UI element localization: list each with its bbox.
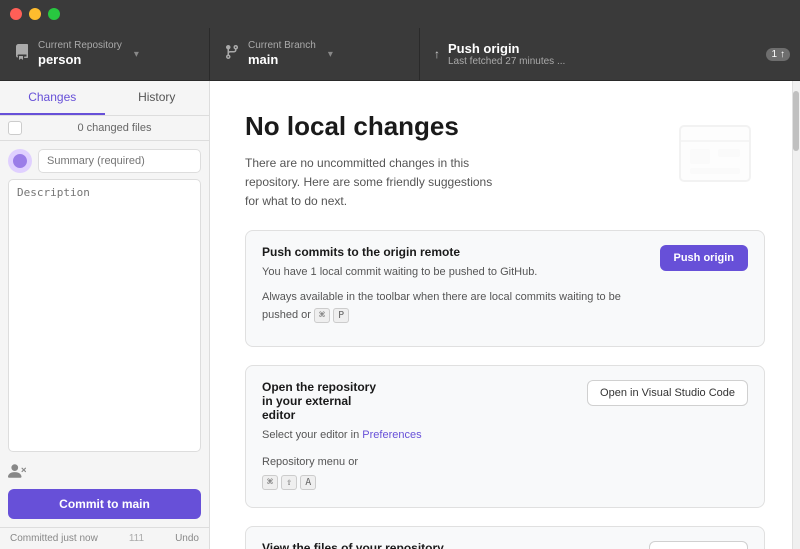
- editor-shortcut-cmd-kbd: ⌘: [262, 475, 278, 490]
- push-badge: 1 ↑: [766, 48, 790, 61]
- titlebar: [0, 0, 800, 28]
- push-subtitle: Last fetched 27 minutes ...: [448, 56, 565, 67]
- push-shortcut-p-kbd: P: [333, 308, 349, 323]
- push-card-content: Push commits to the origin remote You ha…: [262, 245, 748, 333]
- push-badge-count: 1: [771, 49, 777, 60]
- description-input[interactable]: [8, 179, 201, 452]
- push-commits-card: Push commits to the origin remote You ha…: [245, 230, 765, 348]
- editor-shortcut-a-kbd: A: [300, 475, 316, 490]
- editor-card-left: Open the repository in your external edi…: [262, 380, 422, 492]
- push-up-arrow-icon: ↑: [434, 47, 440, 61]
- push-card-left: Push commits to the origin remote You ha…: [262, 245, 650, 333]
- tab-bar: Changes History: [0, 81, 209, 116]
- right-panel: No local changes There are no uncommitte…: [210, 81, 800, 549]
- push-card-desc2: Always available in the toolbar when the…: [262, 289, 650, 324]
- no-changes-description: There are no uncommitted changes in this…: [245, 154, 505, 212]
- finder-card-title: View the files of your repository in Fin…: [262, 541, 444, 549]
- tab-changes[interactable]: Changes: [0, 81, 105, 115]
- main-area: Changes History 0 changed files: [0, 81, 800, 549]
- push-card-desc1: You have 1 local commit waiting to be pu…: [262, 264, 650, 282]
- commit-footer: [8, 462, 201, 483]
- push-shortcut-kbd: ⌘: [314, 308, 330, 323]
- commit-status-text: Committed just now: [10, 533, 98, 544]
- left-panel: Changes History 0 changed files: [0, 81, 210, 549]
- show-in-finder-button[interactable]: Show in Finder: [649, 541, 748, 549]
- repo-label: Current Repository: [38, 40, 122, 52]
- select-all-checkbox[interactable]: [8, 121, 22, 135]
- maximize-button[interactable]: [48, 8, 60, 20]
- close-button[interactable]: [10, 8, 22, 20]
- branch-label: Current Branch: [248, 40, 316, 52]
- finder-card-left: View the files of your repository in Fin…: [262, 541, 444, 549]
- finder-card: View the files of your repository in Fin…: [245, 526, 765, 549]
- changed-files-count: 0 changed files: [28, 122, 201, 134]
- scrollbar-thumb[interactable]: [793, 91, 799, 151]
- repo-name: person: [38, 52, 122, 69]
- undo-link[interactable]: Undo: [175, 533, 199, 544]
- editor-shortcut: Repository menu or ⌘ ⇧ A: [262, 453, 422, 493]
- tab-history[interactable]: History: [105, 81, 210, 115]
- repo-icon: [14, 44, 30, 65]
- push-info-left: ↑ Push origin Last fetched 27 minutes ..…: [434, 41, 565, 67]
- repo-chevron-icon: ▾: [134, 49, 139, 60]
- repo-text: Current Repository person: [38, 40, 122, 69]
- editor-card-title: Open the repository in your external edi…: [262, 380, 422, 422]
- commit-button[interactable]: Commit to main: [8, 489, 201, 519]
- push-badge-arrow-icon: ↑: [780, 49, 785, 60]
- branch-selector[interactable]: Current Branch main ▾: [210, 28, 420, 80]
- illustration: [670, 106, 760, 201]
- commit-number: 111: [129, 533, 144, 544]
- scrollbar-track[interactable]: [792, 81, 800, 549]
- commit-avatar: [8, 149, 32, 173]
- push-origin-section[interactable]: ↑ Push origin Last fetched 27 minutes ..…: [420, 28, 800, 80]
- branch-chevron-icon: ▾: [328, 49, 333, 60]
- open-vscode-button[interactable]: Open in Visual Studio Code: [587, 380, 748, 406]
- push-title: Push origin: [448, 41, 565, 56]
- summary-input[interactable]: [38, 149, 201, 173]
- commit-summary-row: [8, 149, 201, 173]
- finder-card-content: View the files of your repository in Fin…: [262, 541, 748, 549]
- changed-files-bar: 0 changed files: [0, 116, 209, 141]
- add-coauthor-button[interactable]: [8, 462, 26, 483]
- branch-icon: [224, 44, 240, 65]
- commit-area: Commit to main: [0, 141, 209, 527]
- branch-text: Current Branch main: [248, 40, 316, 69]
- repository-selector[interactable]: Current Repository person ▾: [0, 28, 210, 80]
- editor-card-content: Open the repository in your external edi…: [262, 380, 748, 492]
- open-editor-card: Open the repository in your external edi…: [245, 365, 765, 507]
- toolbar: Current Repository person ▾ Current Bran…: [0, 28, 800, 81]
- push-card-title: Push commits to the origin remote: [262, 245, 650, 259]
- preferences-link[interactable]: Preferences: [362, 429, 421, 441]
- editor-card-desc: Select your editor in Preferences: [262, 427, 422, 445]
- branch-name: main: [248, 52, 316, 69]
- bottom-status: Committed just now 111 Undo: [0, 527, 209, 549]
- push-info-text: Push origin Last fetched 27 minutes ...: [448, 41, 565, 67]
- minimize-button[interactable]: [29, 8, 41, 20]
- push-origin-button[interactable]: Push origin: [660, 245, 749, 271]
- editor-shortcut-shift-kbd: ⇧: [281, 475, 297, 490]
